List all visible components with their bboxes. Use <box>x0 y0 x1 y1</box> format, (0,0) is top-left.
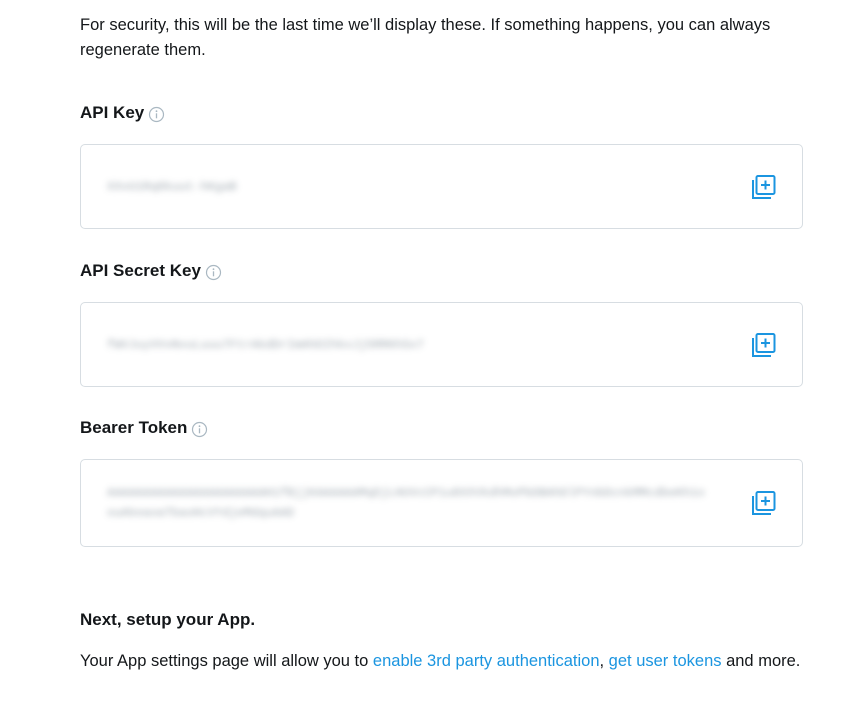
bearer-token-value[interactable]: AAAAAAAAAAAAAAAAAAAAAAH1fBjjKAAAAAAMqDjL… <box>107 483 707 523</box>
api-key-value[interactable]: XXvU1Rq8kuut-hKgaB <box>107 177 707 197</box>
api-key-box[interactable]: XXvU1Rq8kuut-hKgaB <box>80 144 803 229</box>
page: For security, this will be the last time… <box>0 0 845 717</box>
next-steps-heading: Next, setup your App. <box>80 610 256 629</box>
api-secret-key-value[interactable]: fWVJuyVVvNvuLuuu7FtrAkdDrImAhDIhkxJj5RRK… <box>107 335 707 355</box>
get-user-tokens-link[interactable]: get user tokens <box>609 652 722 670</box>
api-secret-key-label-row: API Secret Key <box>80 259 222 283</box>
info-icon[interactable] <box>191 421 208 438</box>
enable-3rd-party-auth-link[interactable]: enable 3rd party authentication <box>373 652 600 670</box>
next-text-after: and more. <box>721 652 801 670</box>
api-secret-key-label: API Secret Key <box>80 261 201 280</box>
security-notice: For security, this will be the last time… <box>80 16 771 59</box>
bearer-token-label-row: Bearer Token <box>80 416 208 440</box>
bearer-token-label: Bearer Token <box>80 418 188 437</box>
api-key-label: API Key <box>80 103 145 122</box>
bearer-token-box[interactable]: AAAAAAAAAAAAAAAAAAAAAAH1fBjjKAAAAAAMqDjL… <box>80 459 803 547</box>
api-secret-key-box[interactable]: fWVJuyVVvNvuLuuu7FtrAkdDrImAhDIhkxJj5RRK… <box>80 302 803 387</box>
api-key-label-row: API Key <box>80 101 165 125</box>
copy-icon[interactable] <box>750 489 778 517</box>
next-separator: , <box>599 652 609 670</box>
copy-icon[interactable] <box>750 331 778 359</box>
next-steps-text: Your App settings page will allow you to… <box>80 648 820 674</box>
next-text-before: Your App settings page will allow you to <box>80 652 373 670</box>
info-icon[interactable] <box>148 106 165 123</box>
info-icon[interactable] <box>205 264 222 281</box>
copy-icon[interactable] <box>750 173 778 201</box>
